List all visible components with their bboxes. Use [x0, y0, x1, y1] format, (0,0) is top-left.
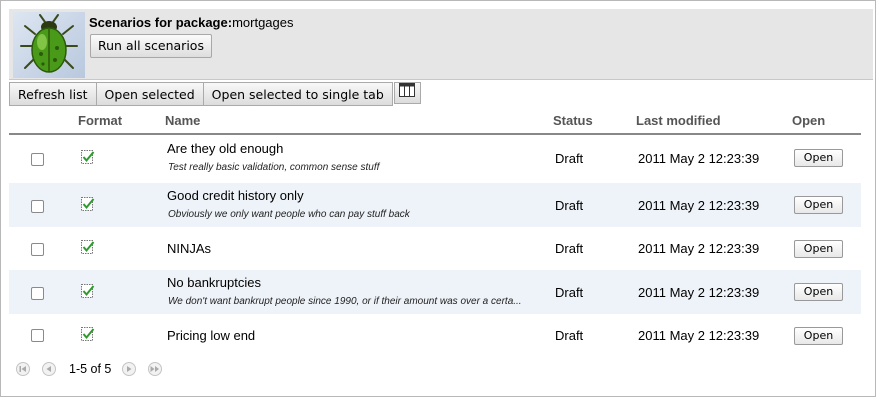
- pagination: 1-5 of 5: [15, 361, 163, 377]
- table-row[interactable]: NINJAs Draft 2011 May 2 12:23:39 Open: [9, 230, 861, 270]
- scenario-last-modified: 2011 May 2 12:23:39: [638, 241, 760, 256]
- scenario-format-icon: [81, 239, 95, 255]
- scenario-description: Test really basic validation, common sen…: [168, 162, 380, 173]
- open-selected-button[interactable]: Open selected: [95, 82, 204, 106]
- list-toolbar: Refresh list Open selected Open selected…: [9, 81, 421, 106]
- page-range-text: 1-5 of 5: [69, 362, 112, 376]
- scenario-panel: Scenarios for package:mortgages Run all …: [0, 0, 876, 397]
- open-scenario-button[interactable]: Open: [794, 283, 843, 301]
- row-select-checkbox[interactable]: [31, 153, 44, 166]
- scenario-format-icon: [81, 283, 95, 299]
- scenario-status: Draft: [555, 328, 584, 343]
- scenario-format-icon: [81, 196, 95, 212]
- column-modified-header[interactable]: Last modified: [636, 113, 721, 128]
- scenario-format-icon: [81, 326, 95, 342]
- row-select-checkbox[interactable]: [31, 287, 44, 300]
- scenario-status: Draft: [555, 285, 584, 300]
- scenario-name: Are they old enough: [167, 141, 284, 156]
- table-row[interactable]: Pricing low end Draft 2011 May 2 12:23:3…: [9, 315, 861, 355]
- table-row[interactable]: Good credit history only Obviously we on…: [9, 183, 861, 227]
- row-select-checkbox[interactable]: [31, 200, 44, 213]
- scenario-status: Draft: [555, 151, 584, 166]
- run-all-scenarios-button[interactable]: Run all scenarios: [90, 34, 212, 58]
- columns-icon: [399, 81, 416, 105]
- next-page-icon[interactable]: [121, 361, 137, 377]
- scenario-name: NINJAs: [167, 241, 212, 256]
- package-header: Scenarios for package:mortgages Run all …: [9, 9, 873, 80]
- open-scenario-button[interactable]: Open: [794, 240, 843, 258]
- table-row[interactable]: No bankruptcies We don't want bankrupt p…: [9, 270, 861, 314]
- column-open-header[interactable]: Open: [792, 113, 825, 128]
- column-picker-button[interactable]: [393, 81, 421, 105]
- column-status-header[interactable]: Status: [553, 113, 593, 128]
- table-header: Format Name Status Last modified Open: [9, 111, 861, 135]
- open-scenario-button[interactable]: Open: [794, 196, 843, 214]
- open-scenario-button[interactable]: Open: [794, 149, 843, 167]
- open-selected-single-tab-button[interactable]: Open selected to single tab: [202, 82, 393, 106]
- scenario-last-modified: 2011 May 2 12:23:39: [638, 285, 760, 300]
- table-row[interactable]: Are they old enough Test really basic va…: [9, 136, 861, 180]
- scenario-last-modified: 2011 May 2 12:23:39: [638, 198, 760, 213]
- scenario-last-modified: 2011 May 2 12:23:39: [638, 328, 760, 343]
- package-name: mortgages: [232, 15, 294, 30]
- row-select-checkbox[interactable]: [31, 329, 44, 342]
- open-scenario-button[interactable]: Open: [794, 327, 843, 345]
- scenario-description: Obviously we only want people who can pa…: [168, 209, 410, 220]
- scenario-name: Pricing low end: [167, 328, 256, 343]
- scenario-name: No bankruptcies: [167, 275, 261, 290]
- scenario-last-modified: 2011 May 2 12:23:39: [638, 151, 760, 166]
- first-page-icon[interactable]: [15, 361, 31, 377]
- scenario-name: Good credit history only: [167, 188, 304, 203]
- scenario-format-icon: [81, 149, 95, 165]
- bug-logo-icon: [13, 12, 85, 78]
- package-label: Scenarios for package:: [89, 15, 233, 30]
- scenario-description: We don't want bankrupt people since 1990…: [168, 296, 522, 307]
- scenario-status: Draft: [555, 241, 584, 256]
- column-name-header[interactable]: Name: [165, 113, 200, 128]
- scenario-status: Draft: [555, 198, 584, 213]
- previous-page-icon[interactable]: [41, 361, 57, 377]
- row-select-checkbox[interactable]: [31, 243, 44, 256]
- refresh-list-button[interactable]: Refresh list: [9, 82, 97, 106]
- column-format-header[interactable]: Format: [78, 113, 122, 128]
- package-title: Scenarios for package:mortgages: [89, 15, 293, 30]
- last-page-icon[interactable]: [147, 361, 163, 377]
